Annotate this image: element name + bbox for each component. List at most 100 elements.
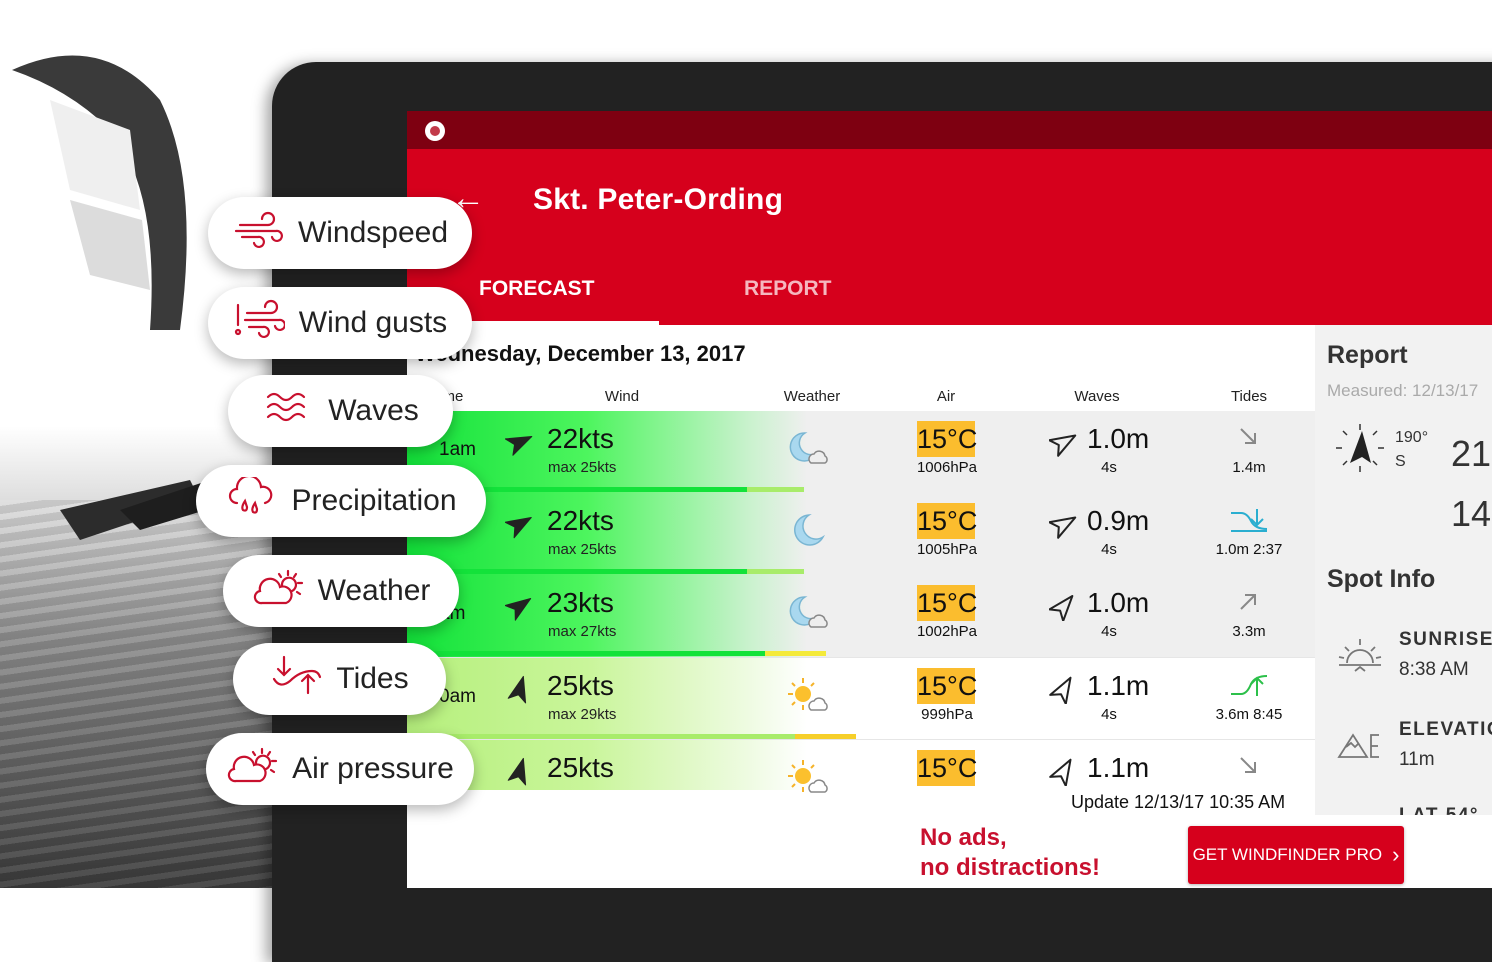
app-bar: ← Skt. Peter-Ording FORECAST REPORT — [407, 149, 1492, 325]
get-pro-button[interactable]: GET WINDFINDER PRO › — [1188, 826, 1404, 884]
wind-speed: 22kts — [547, 505, 614, 536]
sunrise-value: 8:38 AM — [1399, 659, 1469, 680]
feature-pill-weather: Weather — [223, 555, 459, 627]
feature-label: Windspeed — [297, 216, 449, 249]
moon-icon — [787, 511, 831, 551]
wind-direction-arrow-icon — [505, 674, 535, 704]
wind-gust-icon — [233, 299, 286, 347]
column-header-waves: Waves — [1074, 388, 1120, 405]
air-pressure: 1006hPa — [916, 459, 978, 476]
status-bar — [407, 111, 1492, 149]
low-tide-icon — [1227, 507, 1271, 533]
notification-dot-icon — [425, 121, 445, 141]
sunrise-icon — [1338, 639, 1382, 672]
sun-cloud-icon — [787, 676, 831, 716]
promo-line-1: No ads, — [920, 824, 1007, 851]
tides-icon — [270, 655, 322, 703]
wave-height: 1.0m — [1087, 587, 1150, 618]
tide-value: 3.6m 8:45 — [1215, 706, 1283, 723]
wind-direction-arrow-icon — [504, 591, 535, 621]
row-time: 0am — [439, 686, 476, 707]
moon-cloud-icon — [787, 593, 831, 633]
forecast-row[interactable]: 25kts 15°C 1.1m — [407, 739, 1315, 793]
forecast-row[interactable]: 22kts max 25kts 15°C 1005hPa 0.9m 4s 1.0m 2:37 — [407, 493, 1315, 575]
promo-text: No ads, no distractions! — [920, 823, 1100, 883]
report-wind-value: 21 — [1451, 433, 1492, 474]
forecast-row[interactable]: 1am 22kts max 25kts 15°C 1006hPa 1.0m 4s 1.4m — [407, 411, 1315, 493]
elevation-icon — [1337, 733, 1379, 758]
wave-direction-arrow-icon — [1048, 509, 1079, 539]
compass-icon — [1336, 424, 1384, 472]
elevation-label: ELEVATION — [1399, 719, 1492, 740]
tide-value: 1.4m — [1232, 459, 1266, 476]
wind-speed-bar — [407, 569, 748, 574]
forecast-table: Wednesday, December 13, 2017 Time Wind W… — [407, 325, 1315, 888]
tide-value: 1.0m 2:37 — [1215, 541, 1283, 558]
tab-forecast[interactable]: FORECAST — [479, 277, 595, 301]
row-time: 1am — [439, 439, 476, 460]
tab-report[interactable]: REPORT — [744, 277, 832, 301]
spot-info-title: Spot Info — [1327, 565, 1436, 593]
wind-direction-arrow-icon — [505, 756, 535, 786]
wind-gust-bar — [764, 651, 826, 656]
wave-height: 1.1m — [1087, 670, 1150, 701]
latitude-label: LAT 54° — [1399, 805, 1479, 815]
feature-pill-windspeed: Windspeed — [208, 197, 472, 269]
report-measured: Measured: 12/13/17 — [1327, 381, 1479, 400]
chevron-right-icon: › — [1392, 842, 1400, 867]
wind-max: max 25kts — [548, 459, 617, 476]
wind-gust-bar — [747, 569, 804, 574]
sunrise-label: SUNRISE — [1399, 629, 1492, 650]
wind-speed: 22kts — [547, 423, 614, 454]
wind-direction-arrow-icon — [504, 427, 535, 457]
app-screen: ← Skt. Peter-Ording FORECAST REPORT Wedn… — [407, 111, 1492, 888]
sun-cloud-icon — [252, 567, 304, 615]
wind-speed: 25kts — [547, 752, 614, 783]
sun-cloud-icon — [787, 758, 831, 798]
update-timestamp: Update 12/13/17 10:35 AM — [1071, 792, 1286, 812]
waves-icon — [262, 387, 314, 435]
tide-arrow-down-right-icon — [1227, 425, 1271, 451]
promo-line-2: no distractions! — [920, 854, 1101, 881]
moon-cloud-icon — [787, 429, 831, 469]
air-pressure: 1002hPa — [916, 623, 978, 640]
wind-speed-bar — [407, 651, 765, 656]
wave-period: 4s — [1101, 706, 1117, 723]
report-gust-value: 14 — [1451, 493, 1492, 534]
forecast-row[interactable]: am 23kts max 27kts 15°C 1002hPa 1.0m 4s 3.3m — [407, 575, 1315, 657]
get-pro-label: GET WINDFINDER PRO — [1192, 845, 1383, 864]
report-direction: S — [1395, 453, 1406, 470]
feature-label: Precipitation — [291, 484, 457, 517]
air-pressure: 999hPa — [921, 706, 973, 723]
wind-gust-bar — [747, 487, 804, 492]
feature-label: Weather — [317, 574, 431, 607]
wave-period: 4s — [1101, 623, 1117, 640]
column-header-tides: Tides — [1230, 388, 1268, 405]
elevation-value: 11m — [1399, 749, 1435, 770]
spot-title: Skt. Peter-Ording — [533, 183, 784, 216]
wave-height: 1.1m — [1087, 752, 1150, 783]
feature-pill-waves: Waves — [228, 375, 453, 447]
report-title: Report — [1327, 341, 1408, 369]
report-panel: Report Measured: 12/13/17 190° S 21 14 S… — [1315, 325, 1492, 815]
feature-label: Tides — [336, 662, 409, 695]
wave-period: 4s — [1101, 459, 1117, 476]
column-header-air: Air — [936, 388, 956, 405]
air-pressure: 1005hPa — [916, 541, 978, 558]
report-direction-degrees: 190° — [1395, 429, 1429, 446]
wind-max: max 27kts — [548, 623, 617, 640]
wave-direction-arrow-icon — [1049, 756, 1079, 787]
wind-speed: 23kts — [547, 587, 614, 618]
high-tide-icon — [1227, 672, 1271, 698]
air-temperature: 15°C — [917, 585, 977, 621]
column-header-weather: Weather — [783, 388, 841, 405]
tide-arrow-down-right-icon — [1227, 754, 1271, 780]
forecast-row[interactable]: 0am 25kts max 29kts 15°C 999hPa 1.1m 4s 3.6m 8:… — [407, 657, 1315, 740]
wave-height: 1.0m — [1087, 423, 1150, 454]
sun-cloud-icon — [226, 745, 278, 793]
feature-label: Waves — [328, 394, 419, 427]
wave-period: 4s — [1101, 541, 1117, 558]
feature-label: Wind gusts — [298, 306, 448, 339]
wind-direction-arrow-icon — [504, 509, 535, 539]
feature-pill-precipitation: Precipitation — [196, 465, 486, 537]
